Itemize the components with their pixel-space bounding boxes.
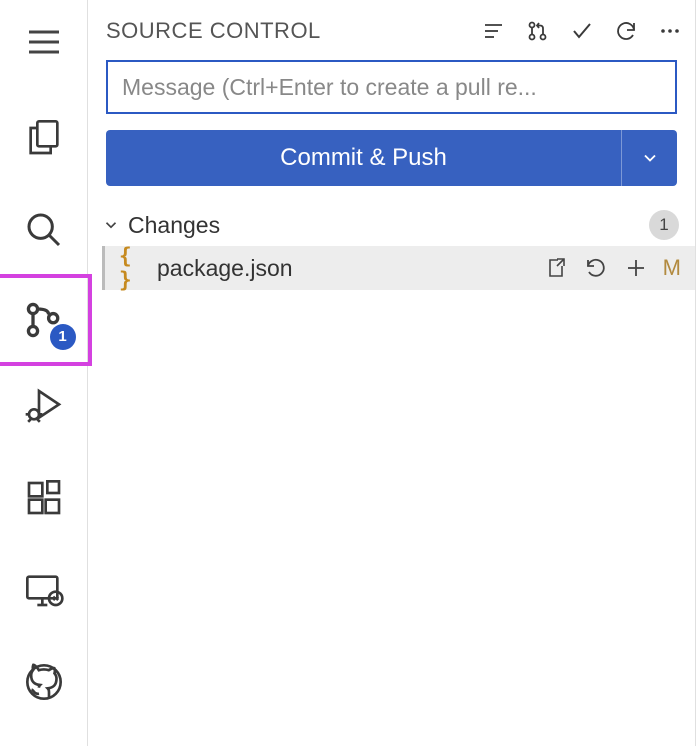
extensions-icon[interactable] xyxy=(14,470,74,526)
view-as-tree-icon[interactable] xyxy=(481,18,507,44)
file-status-modified: M xyxy=(663,255,681,281)
commit-push-button[interactable]: Commit & Push xyxy=(106,130,621,186)
changes-section-title: Changes xyxy=(128,212,649,239)
changed-file-name: package.json xyxy=(157,255,543,282)
commit-button-group: Commit & Push xyxy=(106,130,677,186)
changes-section-header[interactable]: Changes 1 xyxy=(88,208,695,246)
source-control-panel: SOURCE CONTROL Commit & Push xyxy=(88,0,696,746)
source-control-icon[interactable]: 1 xyxy=(8,286,80,353)
stage-changes-icon[interactable] xyxy=(623,255,649,281)
scm-badge: 1 xyxy=(50,324,76,350)
run-debug-icon[interactable] xyxy=(14,378,74,434)
commit-icon[interactable] xyxy=(569,18,595,44)
commit-message-input[interactable] xyxy=(106,60,677,114)
file-row-actions xyxy=(543,255,649,281)
open-file-icon[interactable] xyxy=(543,255,569,281)
remote-explorer-icon[interactable] xyxy=(14,562,74,618)
changed-file-row[interactable]: { } package.json M xyxy=(102,246,695,290)
json-file-icon: { } xyxy=(119,244,147,292)
commit-dropdown-button[interactable] xyxy=(621,130,677,186)
refresh-icon[interactable] xyxy=(613,18,639,44)
changes-count-badge: 1 xyxy=(649,210,679,240)
panel-header: SOURCE CONTROL xyxy=(88,10,695,56)
menu-button[interactable] xyxy=(14,14,74,70)
panel-header-actions xyxy=(481,18,683,44)
activity-bar: 1 xyxy=(0,0,88,746)
chevron-down-icon xyxy=(102,216,120,234)
create-pr-icon[interactable] xyxy=(525,18,551,44)
more-actions-icon[interactable] xyxy=(657,18,683,44)
github-icon[interactable] xyxy=(14,654,74,710)
panel-title: SOURCE CONTROL xyxy=(106,18,481,44)
explorer-icon[interactable] xyxy=(14,110,74,166)
discard-changes-icon[interactable] xyxy=(583,255,609,281)
search-icon[interactable] xyxy=(14,202,74,258)
